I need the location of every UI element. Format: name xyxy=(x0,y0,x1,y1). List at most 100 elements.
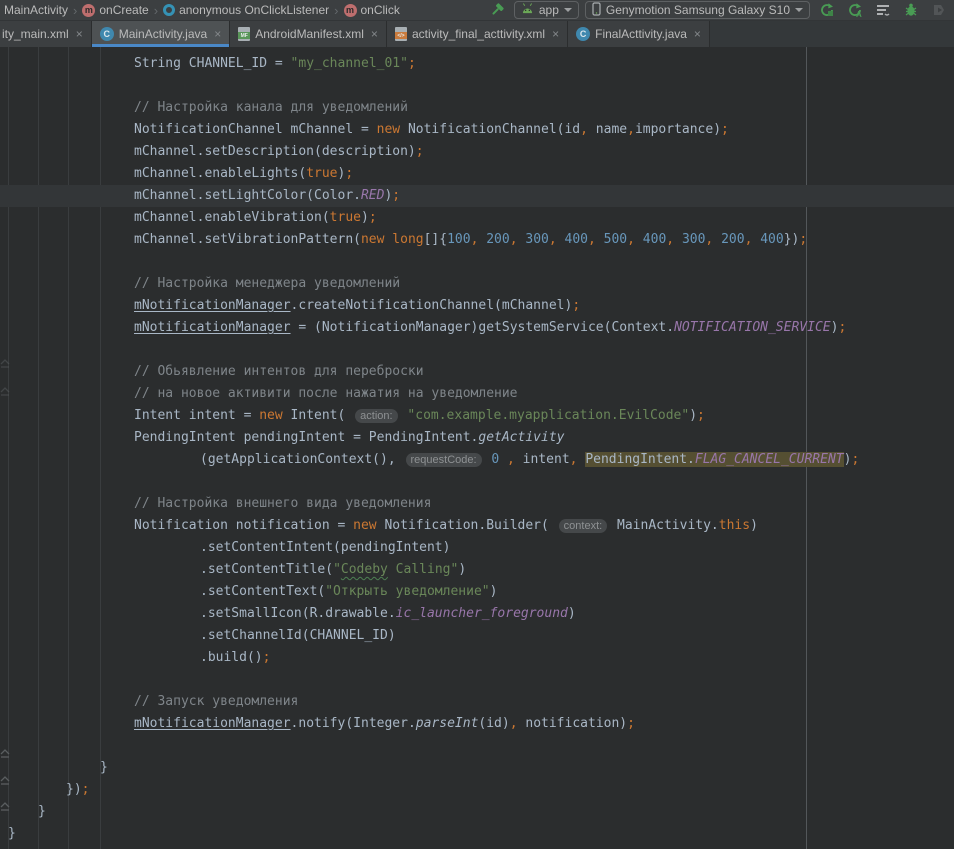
code-line[interactable]: mChannel.enableVibration(true); xyxy=(0,207,954,229)
code-line[interactable]: }); xyxy=(0,779,954,801)
code-token: .setContentText( xyxy=(200,584,325,599)
code-line[interactable]: } xyxy=(0,801,954,823)
run-config-selector[interactable]: app xyxy=(514,1,579,19)
code-token: ; xyxy=(416,144,424,159)
code-token: ; xyxy=(851,452,859,467)
code-line[interactable]: .setContentIntent(pendingIntent) xyxy=(0,537,954,559)
code-line[interactable]: mChannel.setDescription(description); xyxy=(0,141,954,163)
attach-debugger-button[interactable] xyxy=(928,1,950,19)
breadcrumb-label: MainActivity xyxy=(4,3,68,17)
build-hammer-icon[interactable] xyxy=(486,1,508,19)
fold-marker-icon[interactable] xyxy=(0,386,10,398)
code-line[interactable]: mChannel.setVibrationPattern(new long[]{… xyxy=(0,229,954,251)
code-token: Calling" xyxy=(388,562,458,577)
code-line[interactable]: } xyxy=(0,757,954,779)
code-line[interactable] xyxy=(0,251,954,273)
code-token: (id) xyxy=(478,716,509,731)
code-token: notification) xyxy=(518,716,628,731)
code-line[interactable]: Intent intent = new Intent( action: "com… xyxy=(0,405,954,427)
code-line[interactable]: (getApplicationContext(), requestCode: 0… xyxy=(0,449,954,471)
fold-marker-icon[interactable] xyxy=(0,748,10,760)
code-token: ; xyxy=(392,188,400,203)
code-token: (getApplicationContext(), xyxy=(200,452,404,467)
code-token: ic_launcher_foreground xyxy=(396,606,568,621)
code-token: " xyxy=(333,562,341,577)
code-line[interactable] xyxy=(0,339,954,361)
code-line[interactable]: .setContentTitle("Codeby Calling") xyxy=(0,559,954,581)
tab-close-icon[interactable]: × xyxy=(214,27,221,41)
tab-close-icon[interactable]: × xyxy=(552,27,559,41)
code-line[interactable]: NotificationChannel mChannel = new Notif… xyxy=(0,119,954,141)
code-editor[interactable]: String CHANNEL_ID = "my_channel_01"; // Н… xyxy=(0,47,954,849)
code-line[interactable]: .setContentText("Открыть уведомление") xyxy=(0,581,954,603)
navigation-bar: MainActivity›monCreate›anonymous OnClick… xyxy=(0,0,954,21)
code-token: , xyxy=(580,122,588,137)
code-line[interactable]: } xyxy=(0,823,954,845)
tab-close-icon[interactable]: × xyxy=(371,27,378,41)
code-token: ) xyxy=(361,210,369,225)
tab-label: activity_final_acttivity.xml xyxy=(412,27,545,41)
code-line[interactable]: // Обьявление интентов для переброски xyxy=(0,361,954,383)
tab-AndroidManifest.xml[interactable]: MFAndroidManifest.xml× xyxy=(230,21,387,47)
code-line[interactable]: PendingIntent pendingIntent = PendingInt… xyxy=(0,427,954,449)
breadcrumb: MainActivity›monCreate›anonymous OnClick… xyxy=(2,3,402,18)
device-selector[interactable]: Genymotion Samsung Galaxy S10 xyxy=(585,1,810,19)
code-line[interactable] xyxy=(0,669,954,691)
code-token: Intent( xyxy=(283,408,353,423)
tab-close-icon[interactable]: × xyxy=(76,27,83,41)
code-line[interactable]: // Запуск уведомления xyxy=(0,691,954,713)
apply-code-changes-button[interactable]: A xyxy=(844,1,866,19)
code-line[interactable] xyxy=(0,75,954,97)
code-token: }) xyxy=(784,232,800,247)
chevron-down-icon xyxy=(564,8,572,12)
tab-activity_final_acttivity.xml[interactable]: </>activity_final_acttivity.xml× xyxy=(387,21,568,47)
code-line[interactable]: .setSmallIcon(R.drawable.ic_launcher_for… xyxy=(0,603,954,625)
code-token: } xyxy=(100,760,108,775)
apply-changes-restart-button[interactable] xyxy=(816,1,838,19)
fold-marker-icon[interactable] xyxy=(0,775,10,787)
code-line[interactable]: mNotificationManager.createNotificationC… xyxy=(0,295,954,317)
code-line[interactable]: .setChannelId(CHANNEL_ID) xyxy=(0,625,954,647)
code-line[interactable]: // на новое активити после нажатия на ув… xyxy=(0,383,954,405)
code-token: mNotificationManager xyxy=(134,298,291,313)
breadcrumb-item[interactable]: monClick xyxy=(342,3,402,17)
fold-marker-icon[interactable] xyxy=(0,358,10,370)
tab-FinalActtivity.java[interactable]: CFinalActtivity.java× xyxy=(568,21,710,47)
code-token: ) xyxy=(568,606,576,621)
code-line[interactable]: // Настройка канала для уведомлений xyxy=(0,97,954,119)
code-line[interactable]: mNotificationManager.notify(Integer.pars… xyxy=(0,713,954,735)
tab-MainActivity.java[interactable]: CMainActivity.java× xyxy=(92,21,231,47)
code-token: new xyxy=(377,122,400,137)
tab-close-icon[interactable]: × xyxy=(694,27,701,41)
code-line[interactable]: .build(); xyxy=(0,647,954,669)
breadcrumb-item[interactable]: anonymous OnClickListener xyxy=(161,3,331,17)
profiler-button[interactable] xyxy=(872,1,894,19)
code-token: ; xyxy=(369,210,377,225)
manifest-file-icon: MF xyxy=(238,27,250,41)
code-line[interactable] xyxy=(0,735,954,757)
breadcrumb-item[interactable]: monCreate xyxy=(80,3,150,17)
code-token: ; xyxy=(263,650,271,665)
code-line[interactable]: // Настройка внешнего вида уведомления xyxy=(0,493,954,515)
code-line[interactable]: mNotificationManager = (NotificationMana… xyxy=(0,317,954,339)
fold-marker-icon[interactable] xyxy=(0,801,10,813)
code-line[interactable]: mChannel.setLightColor(Color.RED); xyxy=(0,185,954,207)
tab-ity_main.xml[interactable]: ity_main.xml× xyxy=(0,21,92,47)
code-token: }) xyxy=(66,782,82,797)
code-token: ; xyxy=(697,408,705,423)
code-token: ; xyxy=(572,298,580,313)
debug-button[interactable] xyxy=(900,1,922,19)
device-selector-label: Genymotion Samsung Galaxy S10 xyxy=(606,3,790,17)
breadcrumb-item[interactable]: MainActivity xyxy=(2,3,70,17)
code-lines: String CHANNEL_ID = "my_channel_01"; // Н… xyxy=(0,53,954,845)
code-line[interactable] xyxy=(0,471,954,493)
code-line[interactable]: // Настройка менеджера уведомлений xyxy=(0,273,954,295)
code-line[interactable]: mChannel.enableLights(true); xyxy=(0,163,954,185)
code-token: .build() xyxy=(200,650,263,665)
code-token: // Обьявление интентов для переброски xyxy=(134,364,424,379)
code-line[interactable]: Notification notification = new Notifica… xyxy=(0,515,954,537)
code-token: ) xyxy=(750,518,758,533)
code-token: 500 xyxy=(604,232,627,247)
code-line[interactable]: String CHANNEL_ID = "my_channel_01"; xyxy=(0,53,954,75)
code-token: 300 xyxy=(525,232,548,247)
